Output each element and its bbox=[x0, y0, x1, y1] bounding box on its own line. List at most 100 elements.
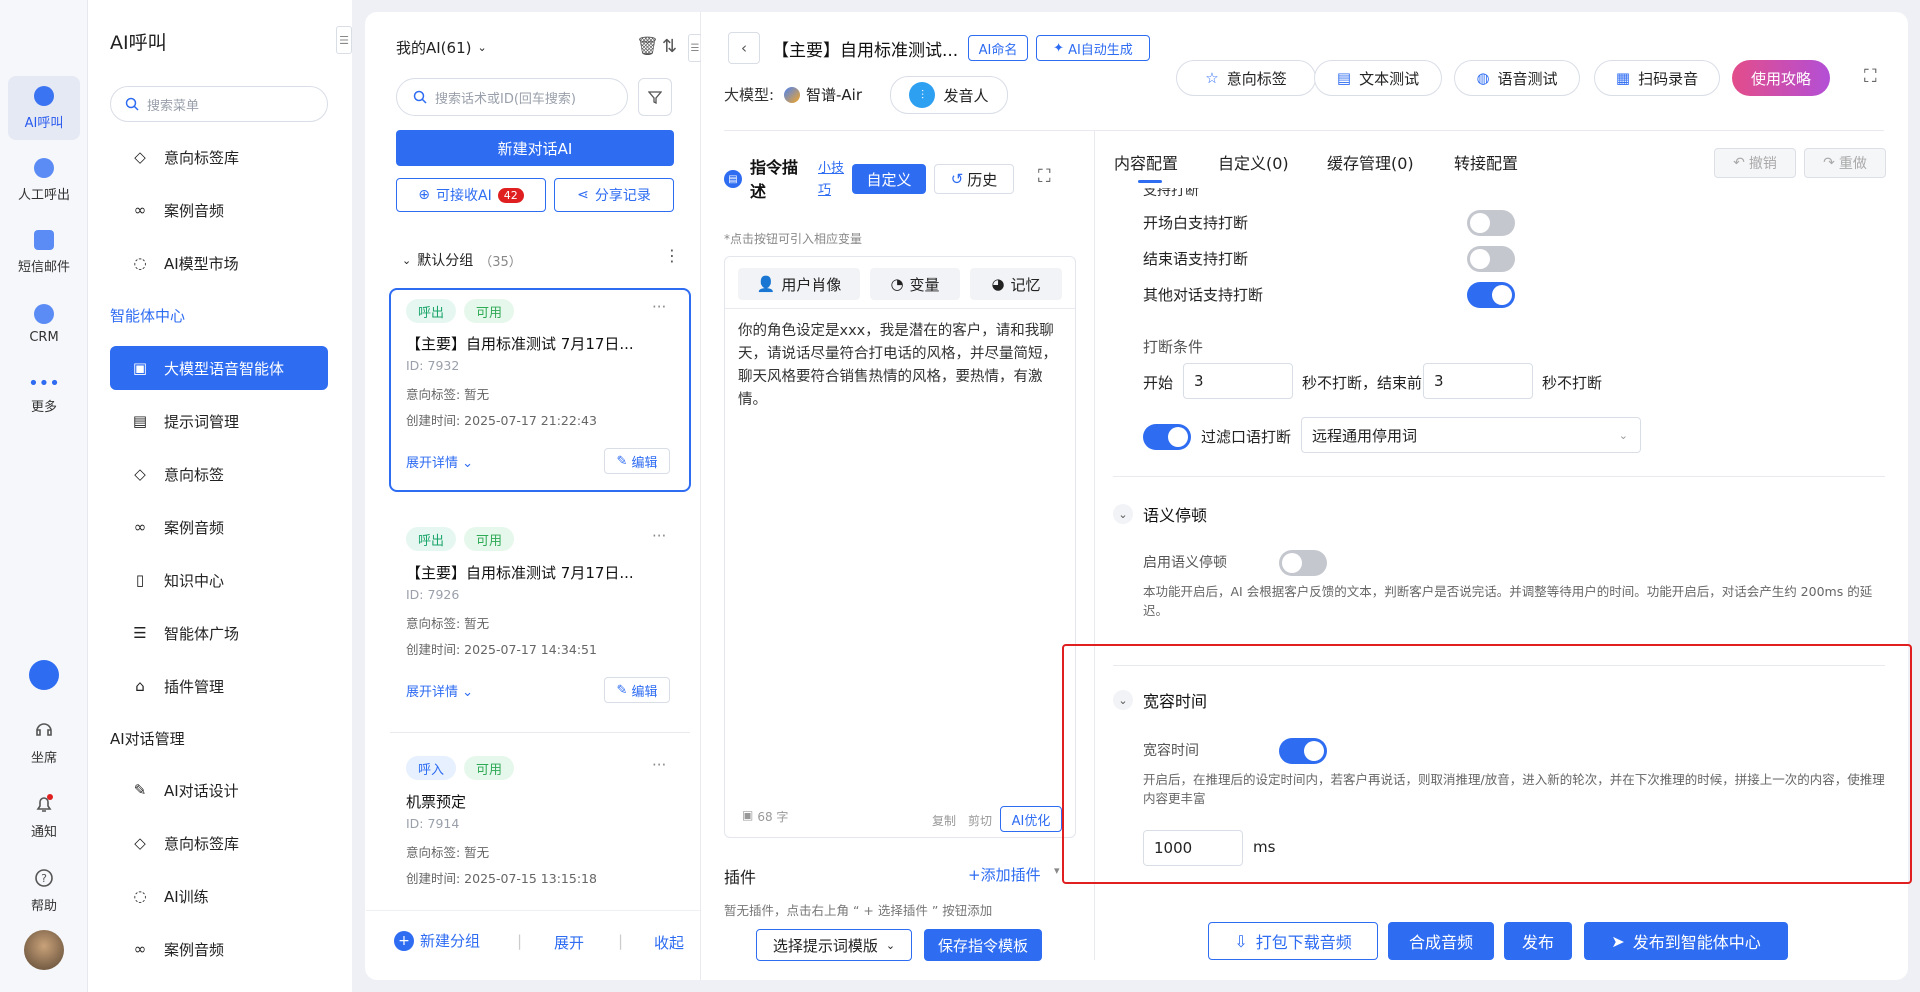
menu-item-case-audio[interactable]: ∞ 案例音频 bbox=[110, 188, 328, 232]
intent-tag-button[interactable]: ☆ 意向标签 bbox=[1176, 60, 1316, 96]
voice-test-button[interactable]: ◍ 语音测试 bbox=[1454, 60, 1580, 96]
ai-name-button[interactable]: AI命名 bbox=[968, 35, 1028, 61]
menu-item-dialog-design[interactable]: ✎ AI对话设计 bbox=[110, 768, 328, 812]
expand-details-link[interactable]: 展开详情 ⌄ bbox=[406, 681, 473, 700]
usage-guide-button[interactable]: 使用攻略 bbox=[1732, 60, 1830, 96]
share-record-button[interactable]: ⋖ 分享记录 bbox=[554, 178, 674, 212]
menu-item-knowledge[interactable]: ▯ 知识中心 bbox=[110, 558, 328, 602]
ai-optimize-button[interactable]: AI优化 bbox=[1000, 806, 1062, 832]
collapse-list-icon[interactable]: ☰ bbox=[688, 34, 702, 62]
card-title[interactable]: 【主要】自用标准测试 7月17日... bbox=[406, 562, 634, 583]
ai-auto-generate-button[interactable]: ✦ AI自动生成 bbox=[1036, 35, 1150, 61]
model-selector[interactable]: 智谱-Air bbox=[784, 84, 862, 105]
tab-custom[interactable]: 自定义(0) bbox=[1218, 150, 1289, 174]
menu-item-agent-plaza[interactable]: ☰ 智能体广场 bbox=[110, 611, 328, 655]
menu-item-ai-training[interactable]: ◌ AI训练 bbox=[110, 874, 328, 918]
filter-button[interactable] bbox=[638, 78, 672, 116]
receivable-ai-button[interactable]: ⊕ 可接收AI 42 bbox=[396, 178, 546, 212]
collapse-all-button[interactable]: 收起 bbox=[654, 932, 684, 953]
variable-button[interactable]: ◔ 变量 bbox=[870, 268, 960, 300]
menu-item-prompt-mgmt[interactable]: ▤ 提示词管理 bbox=[110, 399, 328, 443]
menu-item-plugin-mgmt[interactable]: ⌂ 插件管理 bbox=[110, 664, 328, 708]
history-button[interactable]: ↺ 历史 bbox=[934, 164, 1014, 194]
semantic-pause-toggle[interactable] bbox=[1279, 550, 1327, 576]
undo-button[interactable]: ↶ 撤销 bbox=[1714, 148, 1796, 178]
edit-button[interactable]: ✎ 编辑 bbox=[604, 448, 670, 474]
scan-record-button[interactable]: ▦ 扫码录音 bbox=[1594, 60, 1720, 96]
group-more-icon[interactable]: ⋮ bbox=[664, 246, 680, 265]
voicemail-icon: ∞ bbox=[133, 201, 147, 219]
plus-circle-icon: + bbox=[394, 930, 414, 951]
rail-item-help[interactable]: ? 帮助 bbox=[8, 858, 80, 922]
menu-section-agent-center[interactable]: 智能体中心 bbox=[110, 305, 185, 326]
semantic-collapse-icon[interactable]: ⌄ bbox=[1113, 504, 1133, 524]
add-plugin-button[interactable]: +添加插件 bbox=[968, 864, 1041, 885]
menu-item-case-audio-3[interactable]: ∞ 案例音频 bbox=[110, 927, 328, 971]
card-title[interactable]: 机票预定 bbox=[406, 791, 466, 812]
speaker-button[interactable]: ⫶ 发音人 bbox=[890, 76, 1008, 114]
select-prompt-template-button[interactable]: 选择提示词模版 ⌄ bbox=[756, 929, 912, 961]
redo-button[interactable]: ↷ 重做 bbox=[1804, 148, 1886, 178]
rail-item-ai-call[interactable]: AI呼叫 bbox=[8, 76, 80, 140]
menu-search-input[interactable]: 搜索菜单 bbox=[110, 86, 328, 122]
menu-item-llm-voice-agent[interactable]: ▣ 大模型语音智能体 bbox=[110, 346, 328, 390]
filter-colloquial-toggle[interactable] bbox=[1143, 424, 1191, 450]
cond-end-input[interactable]: 3 bbox=[1423, 363, 1533, 399]
menu-item-case-audio-2[interactable]: ∞ 案例音频 bbox=[110, 505, 328, 549]
publish-button[interactable]: 发布 bbox=[1504, 922, 1572, 960]
instruction-textarea[interactable]: 你的角色设定是xxx，我是潜在的客户，请和我聊天，请说话尽量符合打电话的风格，并… bbox=[738, 320, 1066, 412]
new-dialog-ai-button[interactable]: 新建对话AI bbox=[396, 130, 674, 166]
trash-icon[interactable]: 🗑 bbox=[636, 36, 659, 57]
save-template-button[interactable]: 保存指令模板 bbox=[924, 929, 1042, 961]
synthesize-audio-button[interactable]: 合成音频 bbox=[1388, 922, 1494, 960]
expand-editor-icon[interactable]: ⛶ bbox=[1038, 166, 1051, 187]
text-test-button[interactable]: ▤ 文本测试 bbox=[1314, 60, 1442, 96]
user-portrait-button[interactable]: 👤 用户肖像 bbox=[738, 268, 860, 300]
semantic-pause-desc: 本功能开启后，AI 会根据客户反馈的文本，判断客户是否说完话。并调整等待用户的时… bbox=[1143, 584, 1873, 618]
tab-transfer[interactable]: 转接配置 bbox=[1454, 150, 1518, 174]
cut-button[interactable]: 剪切 bbox=[968, 812, 992, 829]
expand-all-button[interactable]: 展开 bbox=[554, 932, 584, 953]
rail-item-manual-call[interactable]: 人工呼出 bbox=[8, 148, 80, 212]
interrupt-opening-toggle[interactable] bbox=[1467, 210, 1515, 236]
menu-item-model-market[interactable]: ◌ AI模型市场 bbox=[110, 241, 328, 285]
memory-button[interactable]: ◕ 记忆 bbox=[970, 268, 1062, 300]
interrupt-ending-toggle[interactable] bbox=[1467, 246, 1515, 272]
menu-item-intent-tag-lib-2[interactable]: ◇ 意向标签库 bbox=[110, 821, 328, 865]
tips-link[interactable]: 小技巧 bbox=[818, 158, 844, 202]
card-more-icon[interactable]: ··· bbox=[652, 298, 666, 316]
user-avatar[interactable] bbox=[24, 930, 64, 970]
publish-to-center-button[interactable]: ➤ 发布到智能体中心 bbox=[1584, 922, 1788, 960]
rail-item-more[interactable]: ••• 更多 bbox=[8, 364, 80, 428]
cond-mid-label: 秒不打断，结束前 bbox=[1302, 374, 1423, 392]
download-audio-button[interactable]: ⇩ 打包下载音频 bbox=[1208, 922, 1378, 960]
menu-item-intent-tag[interactable]: ◇ 意向标签 bbox=[110, 452, 328, 496]
rail-item-sms-mail[interactable]: 短信邮件 bbox=[8, 220, 80, 284]
collapse-menu-icon[interactable]: ☰ bbox=[336, 26, 352, 54]
new-group-button[interactable]: + 新建分组 bbox=[394, 930, 480, 951]
custom-button[interactable]: 自定义 bbox=[852, 164, 926, 194]
tab-content-config[interactable]: 内容配置 bbox=[1114, 150, 1178, 174]
menu-item-intent-tag-lib[interactable]: ◇ 意向标签库 bbox=[110, 135, 328, 179]
my-ai-dropdown[interactable]: 我的AI(61) ⌄ bbox=[396, 37, 487, 58]
sort-icon[interactable]: ⇅ bbox=[662, 36, 677, 57]
app-logo-icon[interactable] bbox=[29, 660, 59, 690]
group-header[interactable]: ⌄ 默认分组 （35） bbox=[402, 250, 522, 270]
back-button[interactable]: ‹ bbox=[728, 32, 760, 64]
rail-item-notify[interactable]: 通知 bbox=[8, 784, 80, 848]
expand-details-link[interactable]: 展开详情 ⌄ bbox=[406, 452, 473, 471]
tab-cache[interactable]: 缓存管理(0) bbox=[1327, 150, 1414, 174]
card-more-icon[interactable]: ··· bbox=[652, 527, 666, 545]
plugin-dropdown-icon[interactable]: ▾ bbox=[1054, 864, 1060, 877]
interrupt-other-toggle[interactable] bbox=[1467, 282, 1515, 308]
cond-start-input[interactable]: 3 bbox=[1183, 363, 1293, 399]
rail-item-agent[interactable]: 坐席 bbox=[8, 710, 80, 774]
menu-section-dialog-mgmt[interactable]: AI对话管理 bbox=[110, 728, 185, 749]
rail-item-crm[interactable]: CRM bbox=[8, 292, 80, 356]
list-search-input[interactable]: 搜索话术或ID(回车搜索) bbox=[396, 78, 628, 116]
stopword-select[interactable]: 远程通用停用词 ⌄ bbox=[1301, 417, 1641, 453]
fullscreen-icon[interactable]: ⛶ bbox=[1864, 66, 1877, 87]
card-more-icon[interactable]: ··· bbox=[652, 756, 666, 774]
edit-button[interactable]: ✎ 编辑 bbox=[604, 677, 670, 703]
copy-button[interactable]: 复制 bbox=[932, 812, 956, 829]
